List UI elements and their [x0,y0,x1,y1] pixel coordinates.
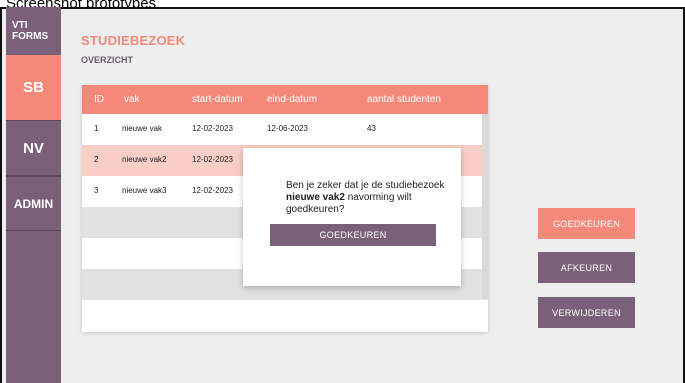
delete-button[interactable]: VERWIJDEREN [538,297,635,328]
confirm-message-subject: nieuwe vak2 [286,192,345,203]
sidebar-item-label: NV [23,139,44,157]
brand-line-2: FORMS [12,31,49,42]
column-header-aantal-studenten[interactable]: aantal studenten [367,94,441,105]
approve-button[interactable]: GOEDKEUREN [538,208,635,239]
table-scrollbar[interactable] [482,114,488,299]
confirm-message-start: Ben je zeker dat je de studiebezoek [286,180,445,191]
sidebar-item-nv[interactable]: NV [6,120,61,176]
column-header-eind-datum[interactable]: eind-datum [267,94,317,105]
column-header-vak[interactable]: vak [124,94,140,105]
sidebar-item-sb[interactable]: SB [6,55,61,120]
cell-start-datum: 12-02-2023 [192,155,233,164]
confirm-dialog: Ben je zeker dat je de studiebezoek nieu… [243,148,461,286]
page-title: STUDIEBEZOEK [81,33,186,48]
sidebar-item-admin[interactable]: ADMIN [6,176,61,231]
brand-logo: VTI FORMS [6,7,61,55]
page-subtitle: OVERZICHT [81,55,134,65]
cell-vak: nieuwe vak2 [122,155,167,164]
cell-id: 2 [94,155,99,164]
cell-vak: nieuwe vak3 [122,186,167,195]
cell-id: 3 [94,186,99,195]
table-row-empty [82,300,488,331]
sidebar-item-label: ADMIN [13,196,54,211]
cell-start-datum: 12-02-2023 [192,186,233,195]
brand-line-1: VTI [12,20,28,31]
sidebar-item-label: SB [23,79,44,96]
confirm-message: Ben je zeker dat je de studiebezoek nieu… [286,180,456,216]
table-header: ID vak start-datum eind-datum aantal stu… [82,85,488,114]
sidebar: VTI FORMS SB NV ADMIN [6,7,61,383]
column-header-id[interactable]: ID [94,94,104,105]
cell-id: 1 [94,124,99,133]
cell-aantal-studenten: 43 [367,124,376,133]
reject-button[interactable]: AFKEUREN [538,252,635,283]
column-header-start-datum[interactable]: start-datum [192,94,243,105]
confirm-approve-button[interactable]: GOEDKEUREN [270,224,436,246]
cell-eind-datum: 12-06-2023 [267,124,308,133]
cell-start-datum: 12-02-2023 [192,124,233,133]
cell-vak: nieuwe vak [122,124,163,133]
table-row[interactable]: 1 nieuwe vak 12-02-2023 12-06-2023 43 [82,114,488,145]
